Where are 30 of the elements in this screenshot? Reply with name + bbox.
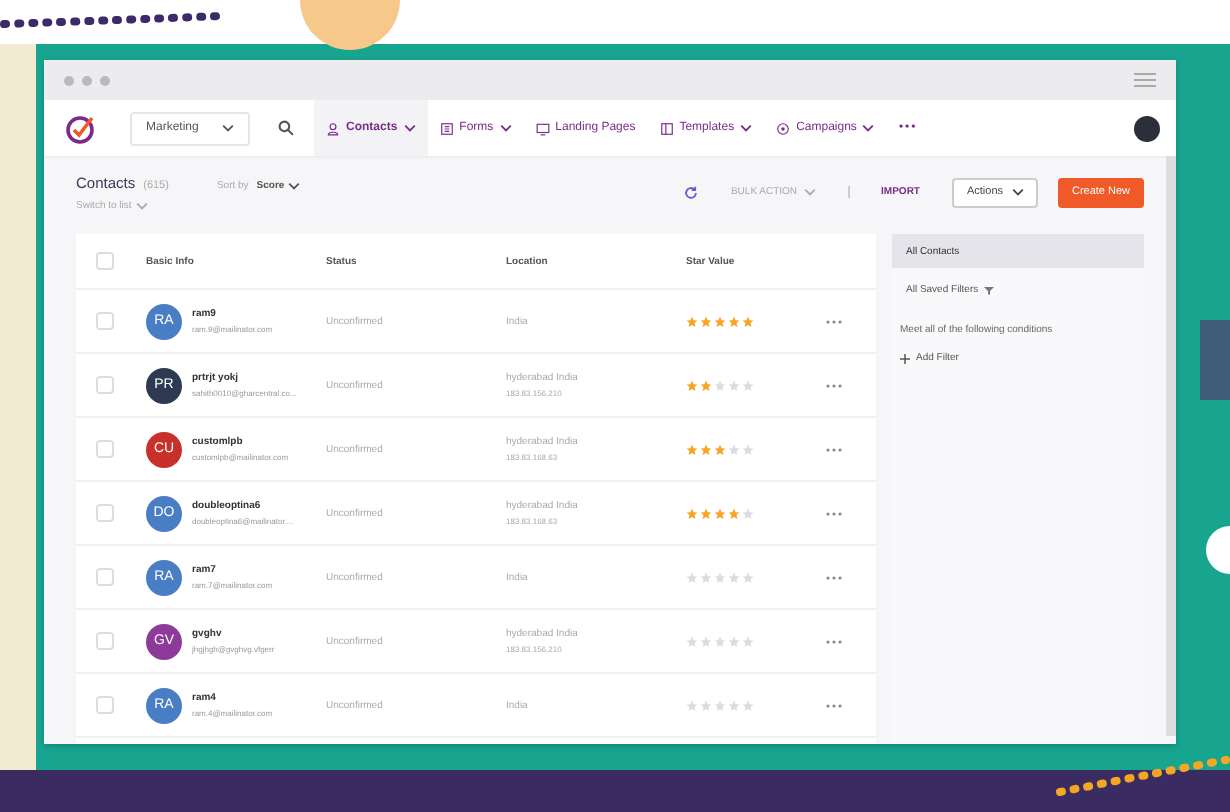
person-icon bbox=[326, 121, 340, 135]
window-dot-icon bbox=[64, 75, 74, 85]
select-all-checkbox[interactable] bbox=[96, 252, 114, 270]
row-checkbox[interactable] bbox=[96, 568, 114, 586]
refresh-icon[interactable] bbox=[684, 185, 699, 199]
user-avatar[interactable] bbox=[1134, 115, 1160, 141]
filter-icon bbox=[984, 285, 995, 295]
caret-icon bbox=[135, 202, 148, 210]
target-icon bbox=[776, 121, 791, 135]
row-checkbox[interactable] bbox=[96, 696, 114, 714]
menu-icon[interactable] bbox=[1134, 72, 1156, 88]
window-dot-icon bbox=[82, 75, 92, 85]
semicircle-shape bbox=[300, 0, 400, 50]
row-checkbox[interactable] bbox=[96, 504, 114, 522]
form-icon bbox=[439, 121, 454, 135]
window-dot-icon bbox=[100, 75, 110, 85]
caret-icon bbox=[1011, 188, 1024, 196]
caret-icon bbox=[288, 182, 301, 190]
row-checkbox[interactable] bbox=[96, 376, 114, 394]
logo-icon[interactable] bbox=[64, 112, 96, 144]
monitor-icon bbox=[535, 121, 550, 135]
row-checkbox[interactable] bbox=[96, 632, 114, 650]
side-block-shape bbox=[1200, 320, 1230, 400]
row-checkbox[interactable] bbox=[96, 440, 114, 458]
caret-icon bbox=[222, 124, 234, 132]
search-icon[interactable] bbox=[278, 120, 294, 136]
row-checkbox[interactable] bbox=[96, 312, 114, 330]
plus-icon bbox=[900, 353, 910, 363]
layout-icon bbox=[659, 121, 674, 135]
caret-icon bbox=[803, 188, 816, 196]
